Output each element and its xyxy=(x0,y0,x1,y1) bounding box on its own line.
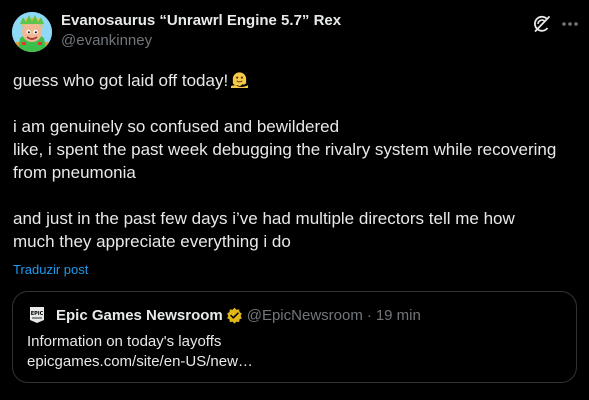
melting-face-emoji-icon xyxy=(231,72,249,89)
quoted-post-text: Information on today's layoffs epicgames… xyxy=(27,332,253,372)
post-line: and just in the past few days i’ve had m… xyxy=(13,209,515,228)
quoted-post-link[interactable]: epicgames.com/site/en-US/new… xyxy=(27,352,253,372)
quoted-post-line-1: Information on today's layoffs xyxy=(27,333,222,350)
post-line: i am genuinely so confused and bewildere… xyxy=(13,117,340,136)
post-line: guess who got laid off today! xyxy=(13,69,579,92)
separator-dot: · xyxy=(366,306,372,324)
author-header: Evanosaurus “Unrawrl Engine 5.7” Rex @ev… xyxy=(61,11,341,51)
author-avatar[interactable] xyxy=(12,12,52,52)
post-text: guess who got laid off today! i am genui… xyxy=(13,69,579,253)
author-display-name[interactable]: Evanosaurus “Unrawrl Engine 5.7” Rex xyxy=(61,11,341,31)
quoted-author-handle[interactable]: @EpicNewsroom xyxy=(247,307,363,324)
quoted-post-header: EPIC Epic Games Newsroom @EpicNewsroom ·… xyxy=(29,306,421,324)
translate-post-link[interactable]: Traduzir post xyxy=(13,262,88,278)
grok-button[interactable] xyxy=(532,14,552,34)
verified-gold-badge-icon xyxy=(226,307,242,324)
post-line: like, i spent the past week debugging th… xyxy=(13,140,557,159)
quoted-post-timestamp[interactable]: 19 min xyxy=(376,307,421,324)
more-icon xyxy=(562,22,578,26)
author-handle[interactable]: @evankinney xyxy=(61,31,341,51)
epic-games-logo-icon[interactable]: EPIC xyxy=(29,306,45,324)
svg-text:EPIC: EPIC xyxy=(31,311,44,317)
dinosaur-avatar-icon xyxy=(12,12,52,52)
post-line: much they appreciate everything i do xyxy=(13,232,291,251)
quoted-author-name[interactable]: Epic Games Newsroom xyxy=(56,307,223,324)
quoted-post-card[interactable]: EPIC Epic Games Newsroom @EpicNewsroom ·… xyxy=(12,291,577,383)
more-options-button[interactable] xyxy=(559,14,581,34)
grok-icon xyxy=(534,15,550,32)
post-text-line-1: guess who got laid off today! xyxy=(13,71,229,90)
post-line: from pneumonia xyxy=(13,163,136,182)
